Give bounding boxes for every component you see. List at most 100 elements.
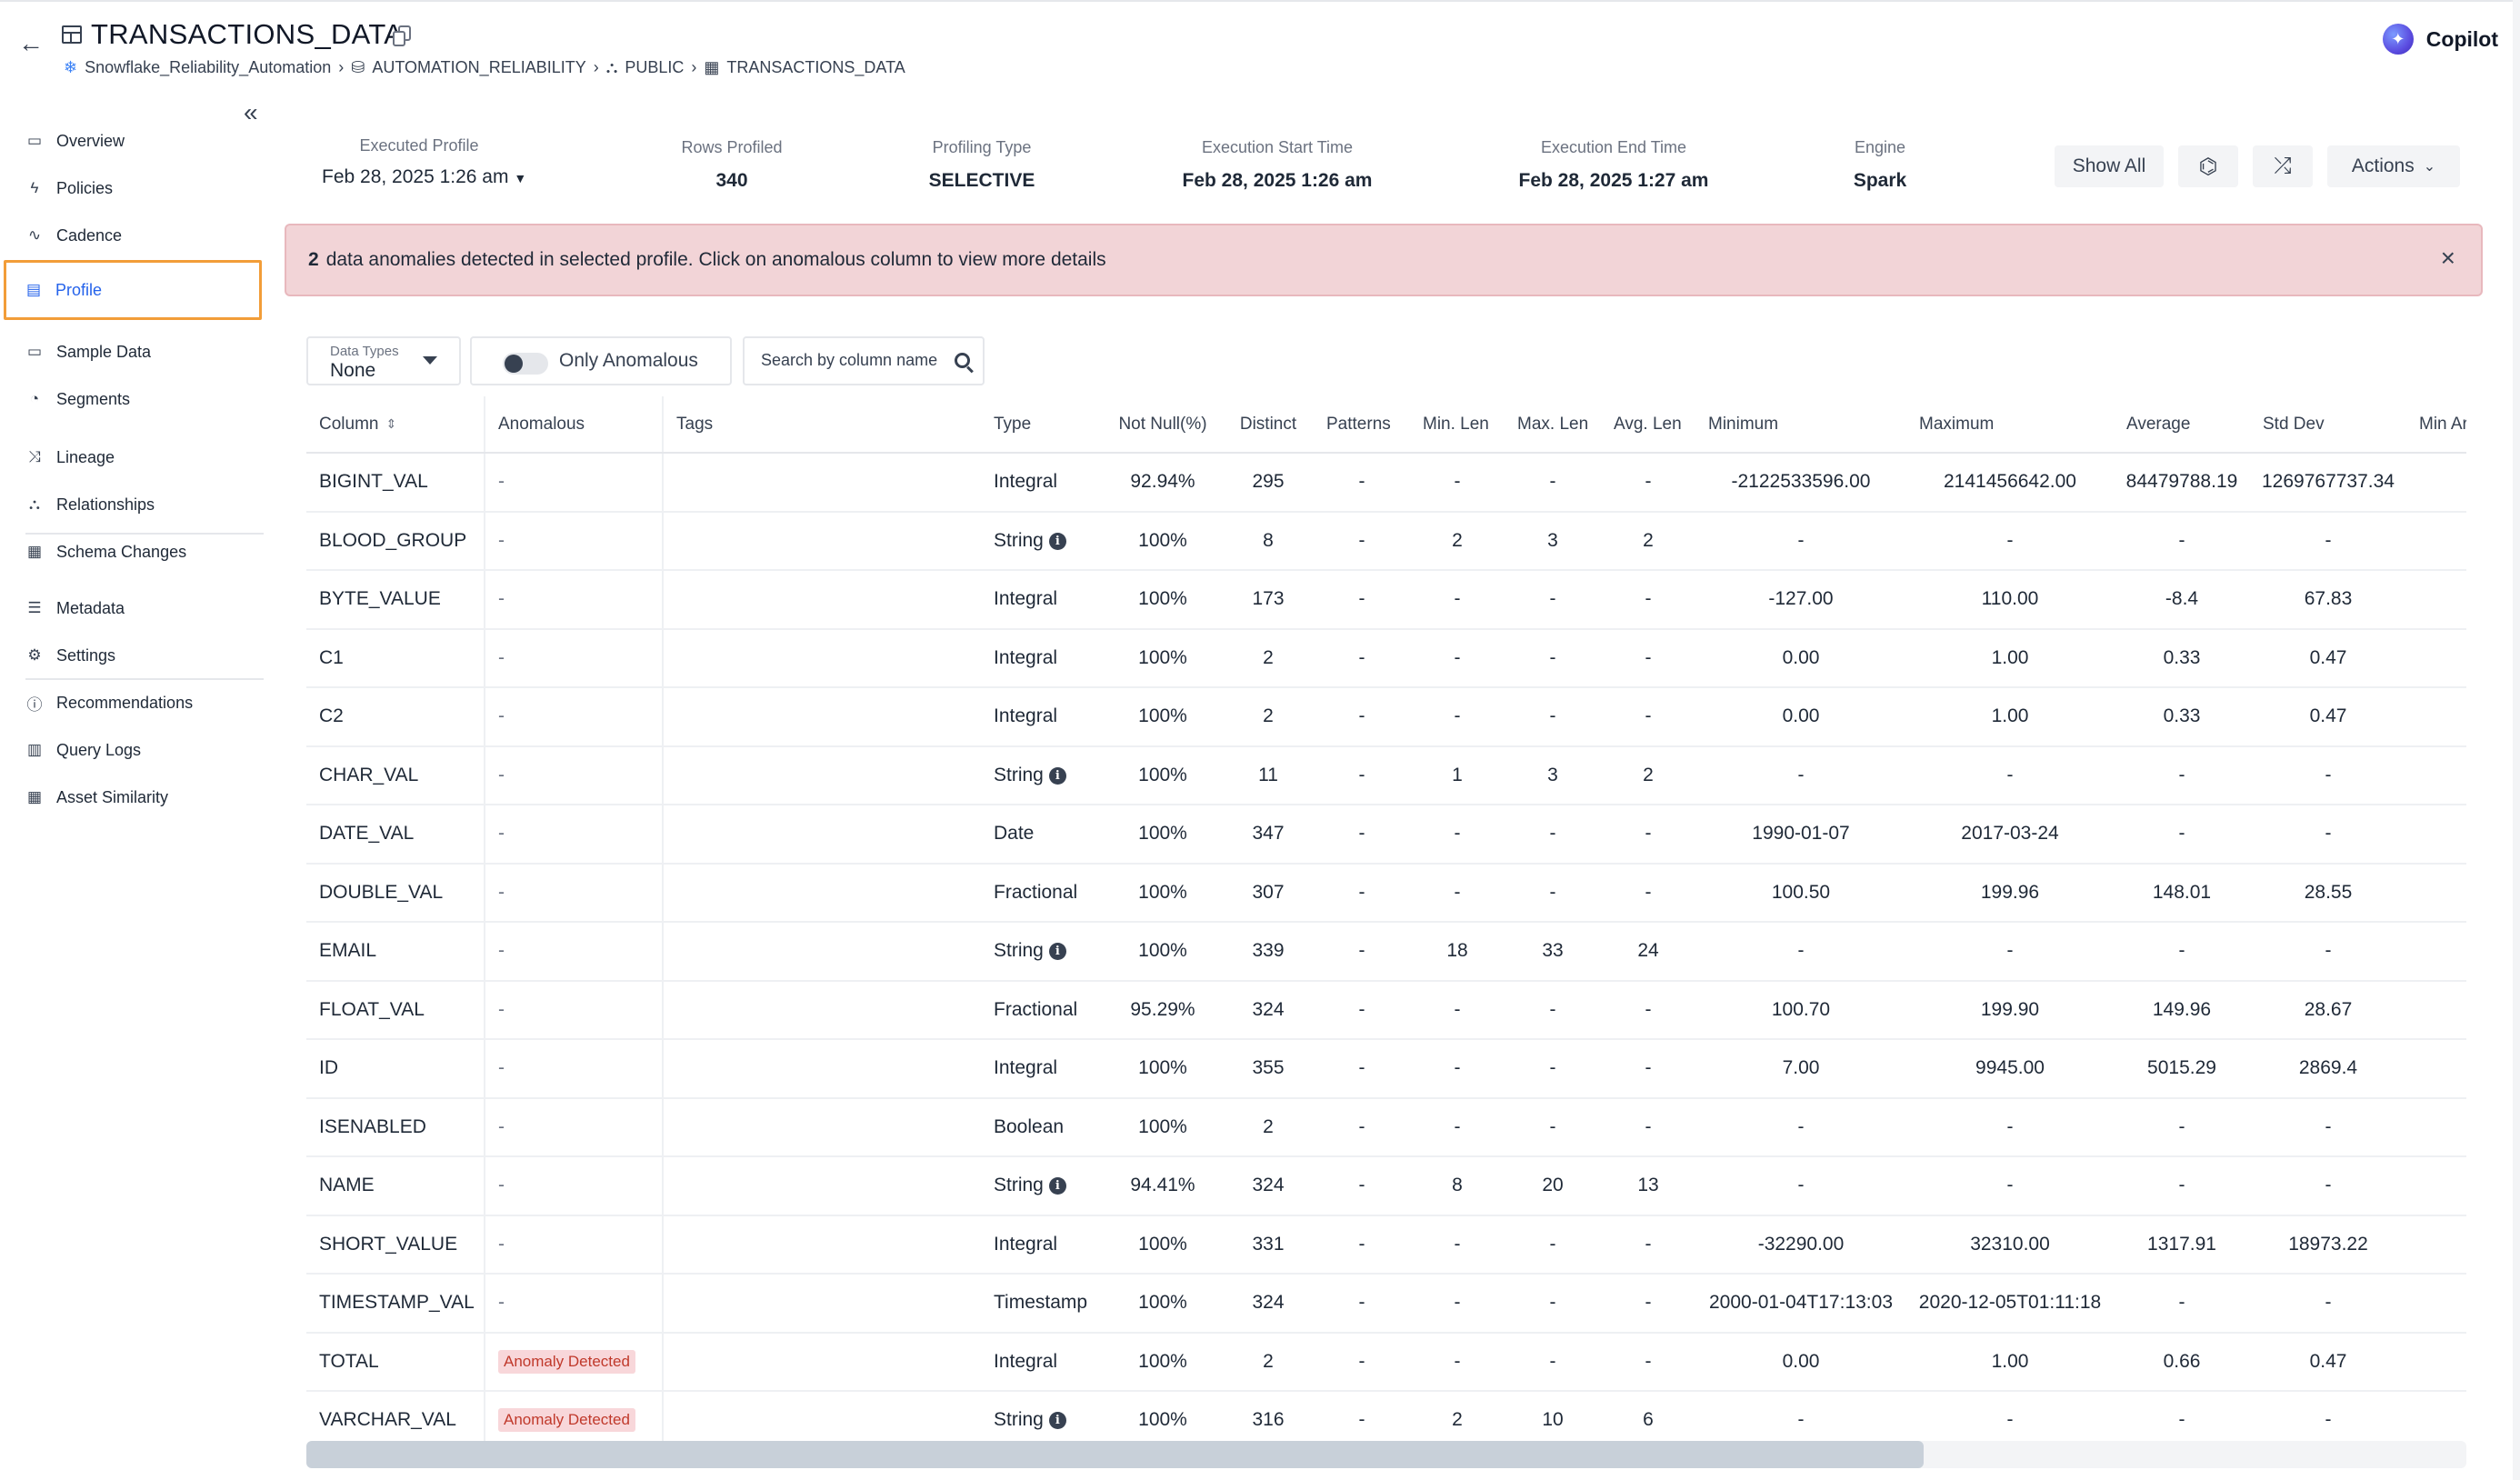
cell-column[interactable]: BIGINT_VAL (306, 453, 485, 513)
chip-icon[interactable]: ⌬ (2178, 145, 2238, 187)
cell-column[interactable]: SHORT_VALUE (306, 1215, 485, 1275)
info-icon[interactable]: i (1048, 943, 1066, 961)
column-header-column[interactable]: Column ⇕ (306, 396, 485, 454)
info-icon[interactable]: i (1048, 766, 1066, 785)
sort-icon[interactable]: ⇕ (385, 416, 396, 432)
table-row[interactable]: CHAR_VAL - String i 100% 11 - 1 3 2 - - - - (306, 745, 2466, 805)
table-row[interactable]: ISENABLED - Boolean 100% 2 - - - - - - - - (306, 1097, 2466, 1157)
sidebar-item-query-logs[interactable]: ▥ Query Logs (0, 727, 269, 773)
asset-similarity-icon: ▦ (26, 788, 43, 805)
horizontal-scrollbar-thumb[interactable] (306, 1441, 1924, 1468)
info-icon[interactable]: i (1048, 1177, 1066, 1195)
info-icon[interactable]: i (1048, 532, 1066, 550)
cell-column[interactable]: EMAIL (306, 922, 485, 982)
cell-column[interactable]: BLOOD_GROUP (306, 511, 485, 571)
back-arrow-icon[interactable]: ← (13, 25, 49, 62)
table-row[interactable]: TOTAL Anomaly Detected Integral 100% 2 - - - - 0.… (306, 1332, 2466, 1392)
copilot-button[interactable]: ✦ Copilot (2382, 24, 2498, 55)
sidebar-item-cadence[interactable]: ∿ Cadence (0, 213, 269, 258)
breadcrumb-table[interactable]: TRANSACTIONS_DATA (726, 58, 905, 77)
close-icon[interactable]: × (2441, 244, 2455, 273)
cell-maximum: 32310.00 (1906, 1215, 2114, 1275)
sidebar-item-schema-changes[interactable]: ▦ Schema Changes (0, 529, 269, 575)
breadcrumb-database[interactable]: AUTOMATION_RELIABILITY (372, 58, 585, 77)
copy-icon[interactable] (393, 25, 413, 47)
cell-column[interactable]: VARCHAR_VAL (306, 1391, 485, 1442)
table-row[interactable]: BYTE_VALUE - Integral 100% 173 - - - - -127.00 110… (306, 570, 2466, 630)
table-row[interactable]: BLOOD_GROUP - String i 100% 8 - 2 3 2 - - - - (306, 511, 2466, 571)
cell-column[interactable]: C2 (306, 687, 485, 747)
sidebar-item-relationships[interactable]: ⛬ Relationships (0, 482, 269, 527)
cell-column[interactable]: TOTAL (306, 1332, 485, 1392)
table-row[interactable]: FLOAT_VAL - Fractional 95.29% 324 - - - - 100.70 1… (306, 980, 2466, 1040)
cell-value: - (1645, 1292, 1652, 1314)
anomaly-badge[interactable]: Anomaly Detected (498, 1349, 635, 1374)
sidebar-item-label: Relationships (56, 495, 155, 514)
cell-column[interactable]: DOUBLE_VAL (306, 863, 485, 923)
sidebar-item-metadata[interactable]: ☰ Metadata (0, 585, 269, 631)
search-icon[interactable] (955, 353, 970, 368)
sidebar-item-segments[interactable]: ◔ Segments (0, 376, 269, 422)
cell-avg-len: - (1601, 1097, 1695, 1157)
cell-column[interactable]: FLOAT_VAL (306, 980, 485, 1040)
breadcrumb-datasource[interactable]: Snowflake_Reliability_Automation (85, 58, 331, 77)
table-row[interactable]: SHORT_VALUE - Integral 100% 331 - - - - -32290.00… (306, 1215, 2466, 1275)
cell-column[interactable]: TIMESTAMP_VAL (306, 1274, 485, 1334)
table-row[interactable]: NAME - String i 94.41% 324 - 8 20 13 - - - - (306, 1156, 2466, 1216)
breadcrumb-schema[interactable]: PUBLIC (625, 58, 684, 77)
cell-avg-len: - (1601, 687, 1695, 747)
sidebar-item-recommendations[interactable]: ⓘ Recommendations (0, 680, 269, 725)
sidebar-item-sample-data[interactable]: ▭ Sample Data (0, 329, 269, 375)
search-input[interactable]: Search by column name (743, 336, 985, 385)
actions-button[interactable]: Actions ⌄ (2327, 145, 2460, 187)
cell-column[interactable]: NAME (306, 1156, 485, 1216)
cell-value: - (1645, 1115, 1652, 1137)
table-row[interactable]: TIMESTAMP_VAL - Timestamp 100% 324 - - - - 2000-0… (306, 1274, 2466, 1334)
cell-value: - (2325, 529, 2332, 551)
cell-column[interactable]: ISENABLED (306, 1097, 485, 1157)
data-types-select[interactable]: Data Types None (306, 336, 461, 385)
sidebar-item-profile[interactable]: ▤ Profile (4, 260, 262, 320)
table-row[interactable]: DATE_VAL - Date 100% 347 - - - - 1990-01-07 2017-0… (306, 805, 2466, 865)
executed-profile-label: Executed Profile (359, 136, 479, 155)
window-scrollbar[interactable] (2513, 0, 2520, 1480)
cell-column[interactable]: BYTE_VALUE (306, 570, 485, 630)
table-row[interactable]: DOUBLE_VAL - Fractional 100% 307 - - - - 100.50 19… (306, 863, 2466, 923)
cell-tags (663, 1274, 981, 1334)
rows-profiled-label: Rows Profiled (681, 138, 783, 156)
show-all-button[interactable]: Show All (2055, 145, 2164, 187)
table-row[interactable]: C2 - Integral 100% 2 - - - - 0.00 1.00 0.33 0.47 (306, 687, 2466, 747)
cell-column[interactable]: C1 (306, 628, 485, 688)
cell-value: 100% (1138, 529, 1187, 551)
sidebar-item-asset-similarity[interactable]: ▦ Asset Similarity (0, 775, 269, 820)
sidebar-item-policies[interactable]: ϟ Policies (0, 165, 269, 211)
cell-value: Integral (994, 471, 1058, 493)
cell-patterns: - (1314, 1215, 1410, 1275)
info-icon[interactable]: i (1048, 1412, 1066, 1430)
only-anomalous-toggle[interactable]: Only Anomalous (470, 336, 732, 385)
sidebar-item-settings[interactable]: ⚙ Settings (0, 633, 269, 678)
cell-column[interactable]: DATE_VAL (306, 805, 485, 865)
cell-std-dev: 0.47 (2250, 628, 2406, 688)
profiling-type-value: SELECTIVE (928, 170, 1035, 191)
table-row[interactable]: VARCHAR_VAL Anomaly Detected String i 100% 31… (306, 1391, 2466, 1442)
sidebar-item-lineage[interactable]: ⤨ Lineage (0, 435, 269, 480)
cell-value: - (1645, 705, 1652, 727)
cell-column[interactable]: ID (306, 1039, 485, 1099)
anomaly-badge[interactable]: Anomaly Detected (498, 1408, 635, 1433)
cell-value: 11 (1258, 764, 1278, 785)
cell-value: String (994, 764, 1044, 785)
cell-column[interactable]: CHAR_VAL (306, 745, 485, 805)
table-row[interactable]: ID - Integral 100% 355 - - - - 7.00 9945.00 5015.29… (306, 1039, 2466, 1099)
cell-value: - (498, 529, 505, 551)
sidebar-item-overview[interactable]: ▭ Overview (0, 118, 269, 164)
executed-profile-select[interactable]: Feb 28, 2025 1:26 am ▼ (322, 166, 526, 188)
executed-profile-value: Feb 28, 2025 1:26 am (322, 166, 509, 187)
toggle-switch[interactable] (503, 353, 548, 375)
cell-not-null: 95.29% (1103, 980, 1223, 1040)
table-row[interactable]: BIGINT_VAL - Integral 92.94% 295 - - - - -2122533… (306, 453, 2466, 513)
table-row[interactable]: C1 - Integral 100% 2 - - - - 0.00 1.00 0.33 0.47 (306, 628, 2466, 688)
shuffle-icon[interactable]: ⤮ (2253, 145, 2313, 187)
table-row[interactable]: EMAIL - String i 100% 339 - 18 33 24 - - - - (306, 922, 2466, 982)
cell-std-dev: 18973.22 (2250, 1215, 2406, 1275)
